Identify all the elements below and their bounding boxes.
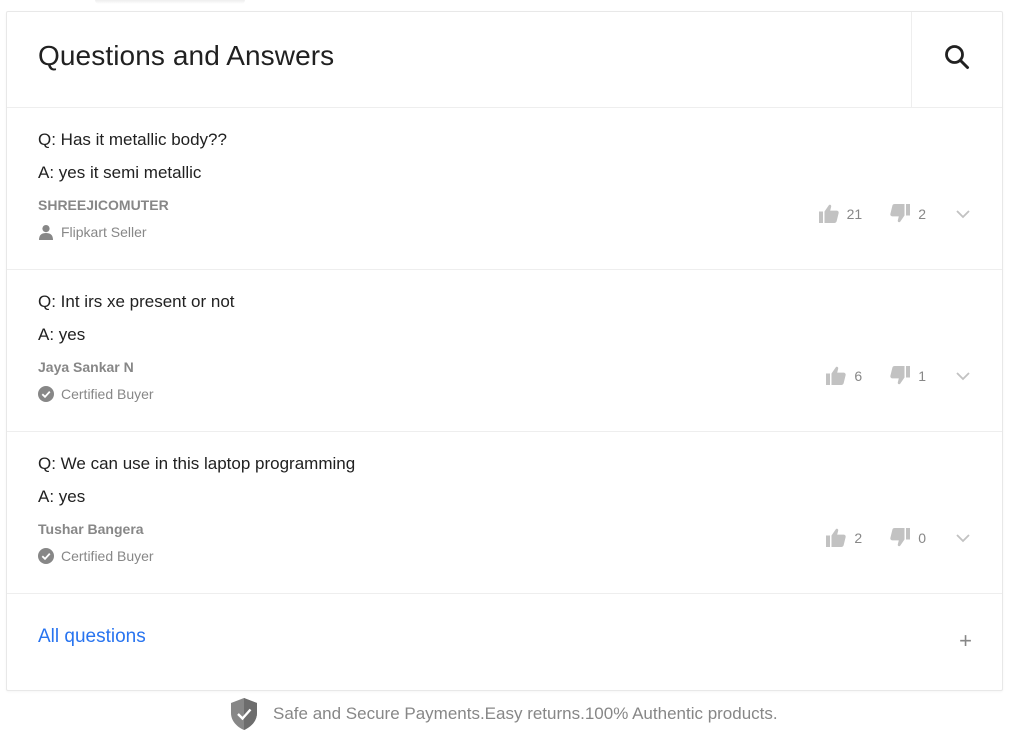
- chevron-down-icon: [956, 206, 970, 222]
- chevron-down-icon: [956, 368, 970, 384]
- question-text: Q: Has it metallic body??: [38, 130, 227, 149]
- expand-answer-button[interactable]: [956, 530, 970, 546]
- question-text: Q: We can use in this laptop programming: [38, 454, 356, 473]
- qa-item: Q: We can use in this laptop programming…: [7, 432, 1002, 594]
- thumbs-down-icon: [890, 366, 911, 385]
- upvote-count: 21: [846, 205, 863, 222]
- search-button[interactable]: [911, 12, 1002, 107]
- qa-item: Q: Int irs xe present or not A: yes Jaya…: [7, 270, 1002, 432]
- answer-prefix: A:: [38, 163, 55, 182]
- check-circle-icon: [38, 386, 54, 402]
- trust-banner: Safe and Secure Payments.Easy returns.10…: [229, 697, 778, 731]
- answer-body: yes: [54, 325, 86, 344]
- thumbs-down-icon: [890, 528, 911, 547]
- author-name: Jaya Sankar N: [38, 359, 134, 375]
- downvote-count: 2: [918, 205, 926, 222]
- thumbs-up-icon: [826, 528, 847, 547]
- shield-check-icon: [229, 697, 259, 731]
- downvote-count: 0: [918, 529, 926, 546]
- upvote-count: 2: [854, 529, 863, 546]
- author-badge: Certified Buyer: [38, 386, 154, 402]
- upvote-count: 6: [854, 367, 863, 384]
- expand-plus-icon[interactable]: +: [959, 630, 972, 652]
- qa-item: Q: Has it metallic body?? A: yes it semi…: [7, 108, 1002, 270]
- downvote-button[interactable]: 0: [890, 528, 926, 547]
- answer-body: yes: [54, 487, 86, 506]
- answer-prefix: A:: [38, 487, 55, 506]
- answer-text: A: yes: [38, 325, 85, 345]
- downvote-count: 1: [918, 367, 926, 384]
- upvote-button[interactable]: 2: [826, 528, 862, 547]
- all-questions-link[interactable]: All questions: [38, 626, 146, 648]
- person-icon: [38, 224, 54, 240]
- question-text: Q: Int irs xe present or not: [38, 292, 235, 311]
- expand-answer-button[interactable]: [956, 206, 970, 222]
- page-title: Questions and Answers: [38, 40, 335, 71]
- thumbs-up-icon: [818, 204, 839, 223]
- all-questions-row: All questions +: [7, 594, 1002, 690]
- thumbs-down-icon: [890, 204, 911, 223]
- vote-controls: 21 2: [818, 204, 970, 223]
- trust-text: Safe and Secure Payments.Easy returns.10…: [273, 704, 778, 723]
- badge-label: Certified Buyer: [61, 548, 154, 564]
- top-tab-shadow: [95, 0, 245, 4]
- qa-header: Questions and Answers: [7, 12, 1002, 108]
- badge-label: Certified Buyer: [61, 386, 154, 402]
- author-name: SHREEJICOMUTER: [38, 197, 169, 213]
- badge-label: Flipkart Seller: [61, 224, 147, 240]
- vote-controls: 6 1: [826, 366, 970, 385]
- author-badge: Flipkart Seller: [38, 224, 147, 240]
- author-name: Tushar Bangera: [38, 521, 144, 537]
- downvote-button[interactable]: 2: [890, 204, 926, 223]
- expand-answer-button[interactable]: [956, 368, 970, 384]
- upvote-button[interactable]: 6: [826, 366, 862, 385]
- answer-body: yes it semi metallic: [54, 163, 202, 182]
- vote-controls: 2 0: [826, 528, 970, 547]
- search-icon: [944, 44, 970, 75]
- qa-card: Questions and Answers Q: Has it metallic…: [6, 11, 1003, 691]
- answer-text: A: yes: [38, 487, 85, 507]
- thumbs-up-icon: [826, 366, 847, 385]
- answer-text: A: yes it semi metallic: [38, 163, 201, 183]
- check-circle-icon: [38, 548, 54, 564]
- answer-prefix: A:: [38, 325, 55, 344]
- upvote-button[interactable]: 21: [818, 204, 863, 223]
- downvote-button[interactable]: 1: [890, 366, 926, 385]
- chevron-down-icon: [956, 530, 970, 546]
- author-badge: Certified Buyer: [38, 548, 154, 564]
